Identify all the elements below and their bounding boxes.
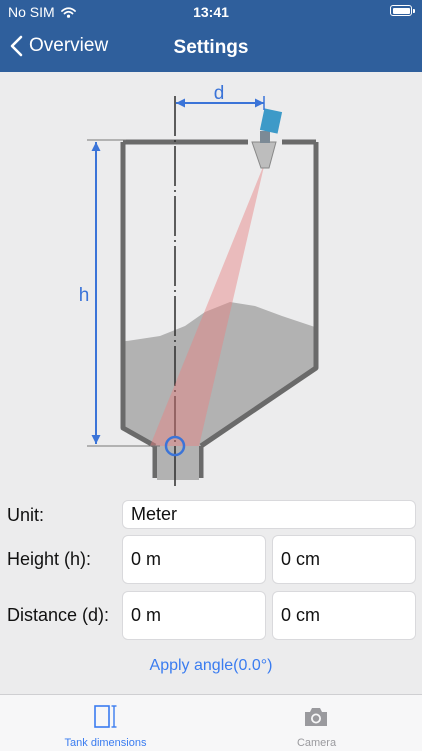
battery-icon [390,5,415,16]
tab-camera[interactable]: Camera [211,695,422,751]
distance-label: d [214,83,225,104]
apply-angle-button[interactable]: Apply angle(0.0°) [0,657,422,675]
sensor-neck [260,131,270,143]
back-label: Overview [29,35,109,56]
distance-arrowhead-left [176,98,185,108]
tab-tank-dimensions[interactable]: Tank dimensions [0,695,211,751]
navigation-bar: Overview Settings [0,22,422,72]
distance-meters-input[interactable]: 0 m [122,591,266,640]
height-arrowhead-top [91,142,101,151]
height-arrowhead-bottom [91,435,101,444]
camera-icon [305,708,327,726]
unit-label: Unit: [7,505,45,525]
tank-dimensions-icon [94,705,117,728]
clock: 13:41 [193,4,229,20]
unit-select[interactable]: Meter [122,500,416,529]
sensor-horn [251,141,277,169]
distance-centimeters-input[interactable]: 0 cm [272,591,416,640]
outlet-fill [157,446,199,480]
chevron-left-icon [10,35,23,57]
distance-arrowhead-right [255,98,264,108]
height-field-label: Height (h): [7,549,92,569]
height-label: h [79,285,90,306]
distance-field-label: Distance (d): [7,605,110,625]
status-bar: No SIM 13:41 [0,0,422,22]
sensor-head [259,108,283,134]
tab-camera-label: Camera [296,737,337,749]
tab-bar: Tank dimensions Camera [0,694,422,751]
height-centimeters-input[interactable]: 0 cm [272,535,416,584]
tab-tank-dimensions-label: Tank dimensions [64,737,147,749]
height-meters-input[interactable]: 0 m [122,535,266,584]
back-button[interactable]: Overview [10,35,108,57]
tank-diagram: d h [79,83,319,486]
